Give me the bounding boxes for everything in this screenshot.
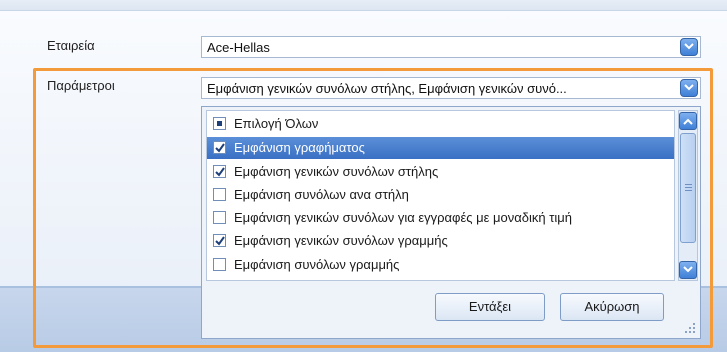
resize-grip[interactable]	[685, 323, 697, 335]
checkbox-checked[interactable]	[213, 234, 226, 247]
checkbox-unchecked[interactable]	[213, 258, 226, 271]
scroll-thumb[interactable]	[680, 133, 696, 243]
checkbox-unchecked[interactable]	[213, 211, 226, 224]
checkbox-unchecked[interactable]	[213, 188, 226, 201]
parameters-list: Επιλογή Όλων Εμφάνιση γραφήματος Εμφάνισ…	[206, 110, 675, 281]
checkbox-partial[interactable]	[213, 117, 226, 130]
option-label: Εμφάνιση συνόλων γραμμής	[234, 257, 400, 272]
vertical-scrollbar[interactable]	[678, 110, 698, 281]
option-totals-per-row[interactable]: Εμφάνιση συνόλων γραμμής	[207, 254, 674, 276]
chevron-down-icon	[684, 84, 694, 91]
option-unique-value-totals[interactable]: Εμφάνιση γενικών συνόλων για εγγραφές με…	[207, 207, 674, 229]
option-label: Εμφάνιση γενικών συνόλων γραμμής	[234, 233, 448, 248]
option-label: Εμφάνιση γραφήματος	[234, 140, 365, 155]
top-bar	[0, 0, 727, 11]
cancel-button[interactable]: Ακύρωση	[560, 293, 664, 321]
checkbox-checked[interactable]	[213, 141, 226, 154]
option-label: Εμφάνιση συνόλων ανα στήλη	[234, 187, 409, 202]
parameters-label: Παράμετροι	[47, 78, 115, 93]
company-dropdown-button[interactable]	[680, 38, 698, 56]
option-row-totals[interactable]: Εμφάνιση γενικών συνόλων γραμμής	[207, 230, 674, 252]
chevron-up-icon	[683, 118, 693, 125]
checkbox-checked[interactable]	[213, 165, 226, 178]
check-icon	[215, 236, 225, 246]
company-label: Εταιρεία	[47, 38, 95, 53]
company-value: Ace-Hellas	[207, 40, 270, 55]
chevron-down-icon	[683, 266, 693, 273]
chevron-down-icon	[684, 43, 694, 50]
parameters-value: Εμφάνιση γενικών συνόλων στήλης, Εμφάνισ…	[207, 81, 567, 96]
parameters-dropdown-button[interactable]	[680, 79, 698, 97]
option-label: Εμφάνιση γενικών συνόλων στήλης	[234, 164, 439, 179]
option-label: Εμφάνιση γενικών συνόλων για εγγραφές με…	[234, 210, 572, 225]
parameters-combo[interactable]: Εμφάνιση γενικών συνόλων στήλης, Εμφάνισ…	[201, 77, 701, 99]
option-column-totals[interactable]: Εμφάνιση γενικών συνόλων στήλης	[207, 161, 674, 183]
option-label: Επιλογή Όλων	[234, 116, 319, 131]
parameters-dropdown-panel: Επιλογή Όλων Εμφάνιση γραφήματος Εμφάνισ…	[201, 106, 701, 339]
scroll-down-button[interactable]	[679, 261, 697, 279]
option-select-all[interactable]: Επιλογή Όλων	[207, 113, 674, 135]
check-icon	[215, 143, 225, 153]
scroll-up-button[interactable]	[679, 112, 697, 130]
ok-button[interactable]: Εντάξει	[435, 293, 545, 321]
option-show-chart[interactable]: Εμφάνιση γραφήματος	[207, 137, 674, 159]
option-totals-per-column[interactable]: Εμφάνιση συνόλων ανα στήλη	[207, 184, 674, 206]
check-icon	[215, 167, 225, 177]
company-combo[interactable]: Ace-Hellas	[201, 36, 701, 58]
